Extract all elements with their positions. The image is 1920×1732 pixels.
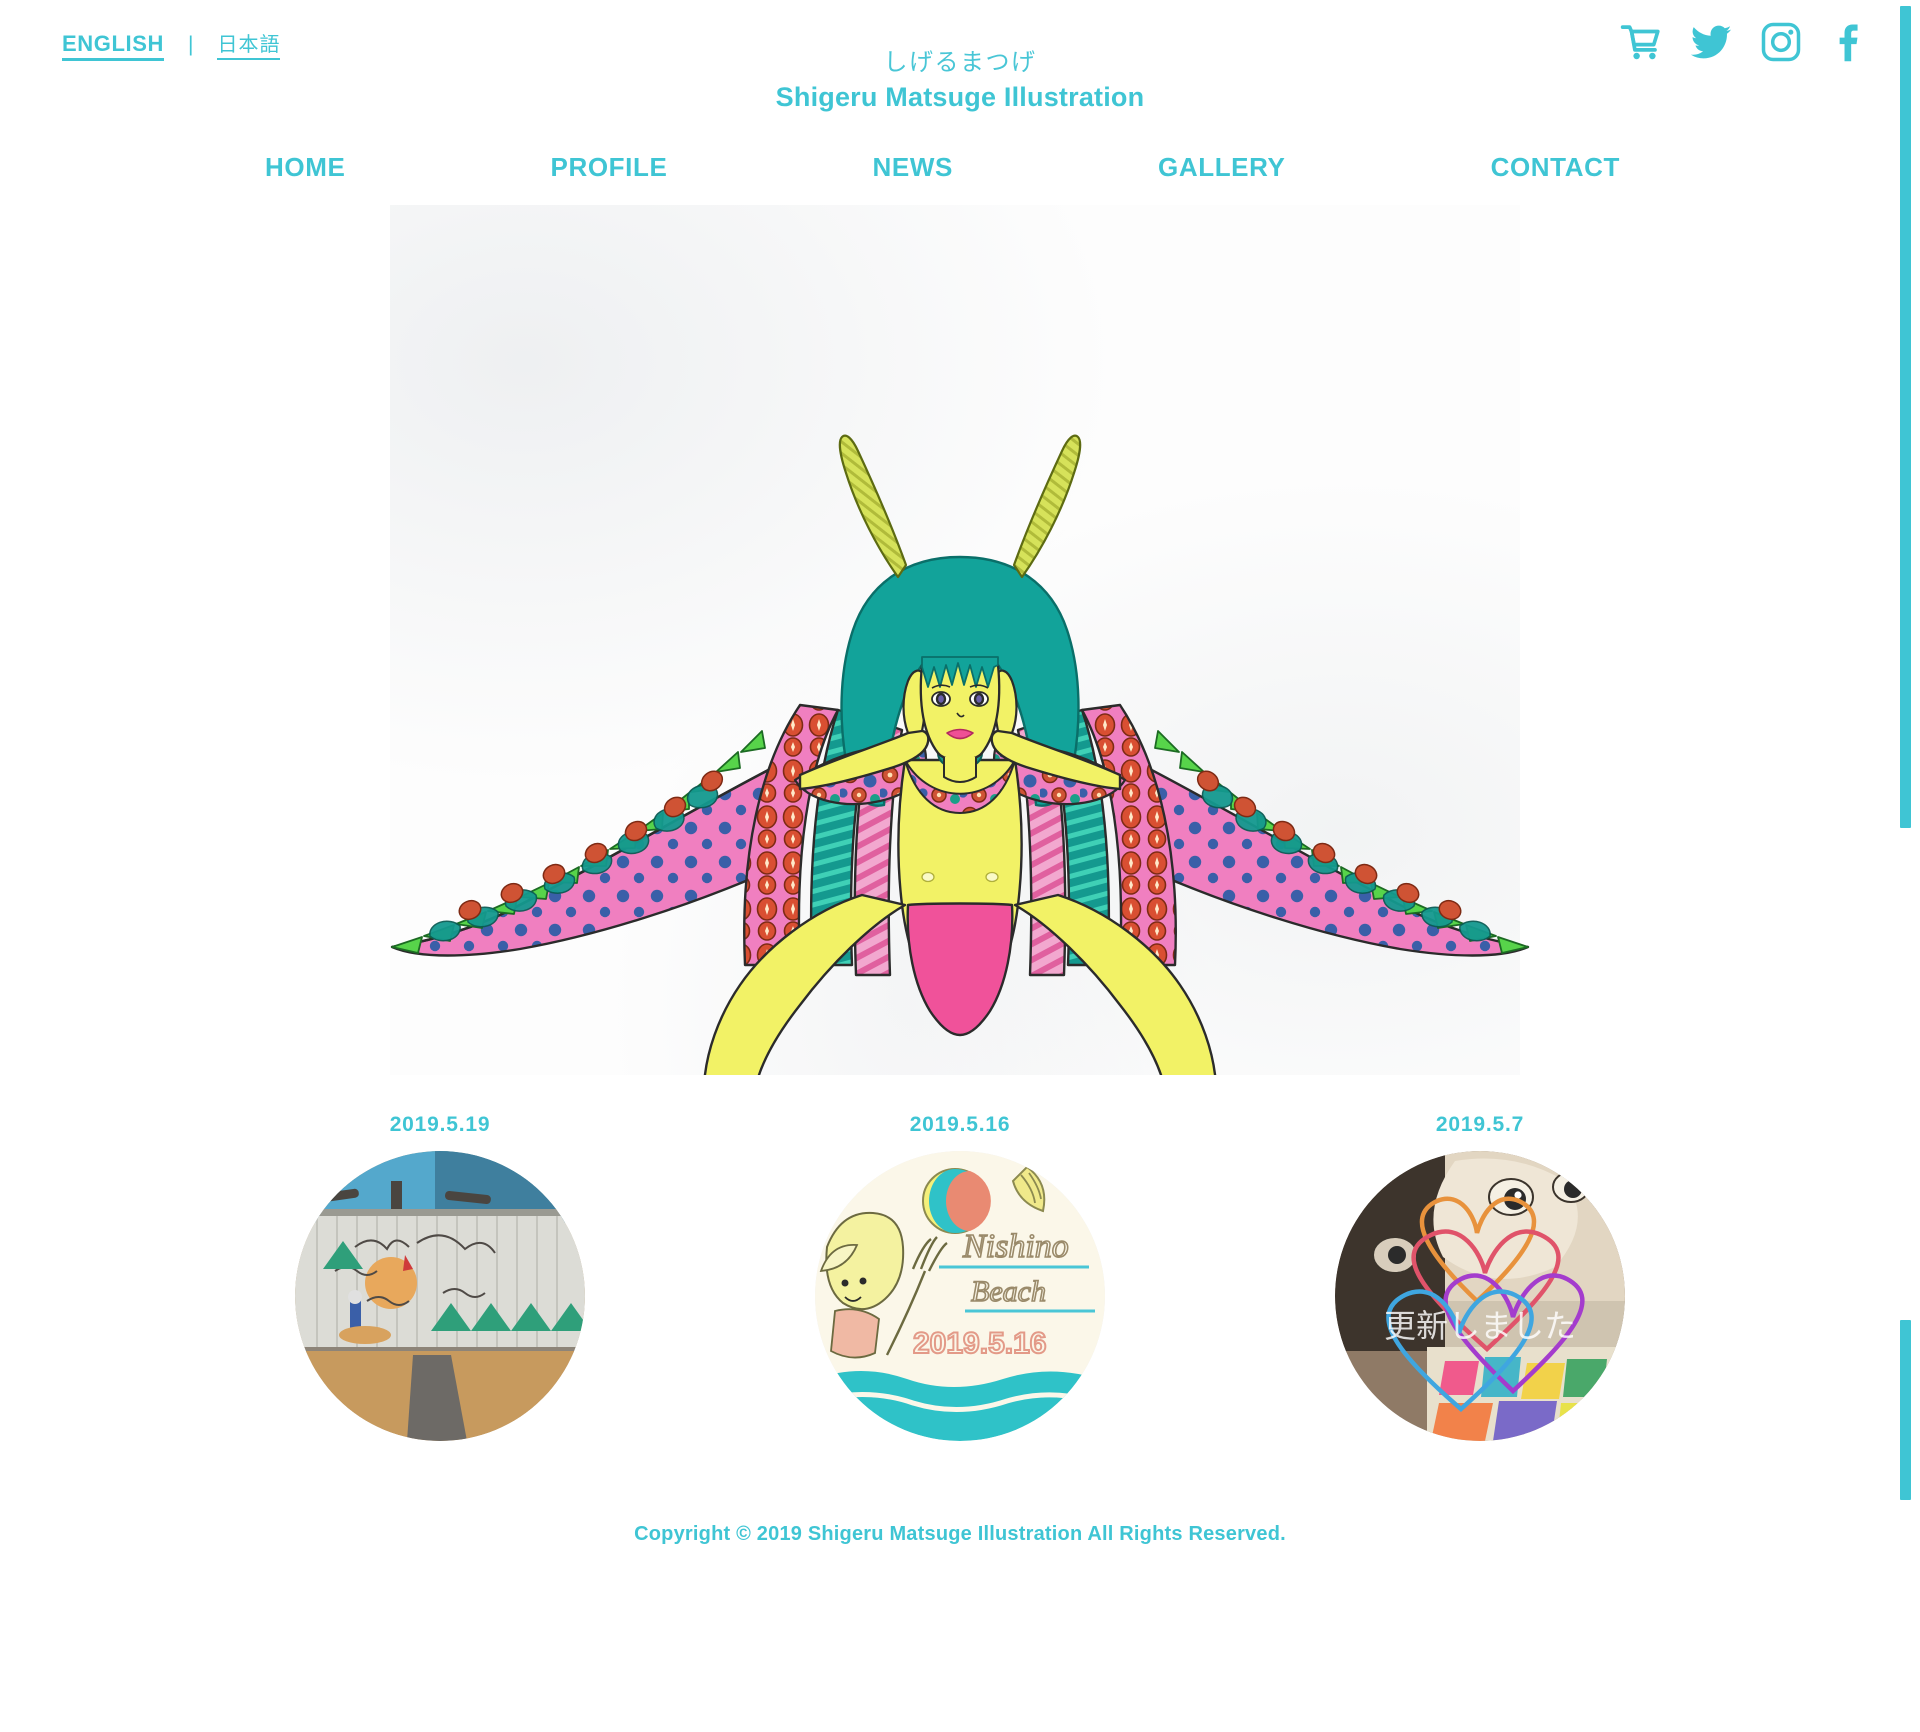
news-date: 2019.5.19	[389, 1113, 491, 1136]
svg-text:2019.5.16: 2019.5.16	[913, 1327, 1046, 1360]
nav-item-profile[interactable]: PROFILE	[551, 152, 668, 183]
news-thumb-beach[interactable]: Nishino Beach 2019.5.16	[815, 1151, 1105, 1441]
instagram-icon[interactable]	[1757, 18, 1805, 66]
facebook-icon[interactable]	[1827, 18, 1875, 66]
news-item[interactable]: 2019.5.7 更新しました	[1335, 1113, 1625, 1441]
language-link-english[interactable]: ENGLISH	[62, 31, 164, 62]
scrollbar-track[interactable]	[1900, 0, 1916, 1732]
hero-illustration[interactable]	[0, 205, 1920, 1075]
news-date: 2019.5.7	[1435, 1113, 1525, 1136]
nav-item-gallery[interactable]: GALLERY	[1158, 152, 1285, 183]
language-separator: |	[188, 33, 194, 57]
svg-text:Beach: Beach	[971, 1275, 1046, 1308]
scrollbar-thumb[interactable]	[1900, 6, 1911, 828]
svg-text:Nishino: Nishino	[962, 1228, 1069, 1265]
nav-item-news[interactable]: NEWS	[873, 152, 953, 183]
language-switcher: ENGLISH | 日本語	[62, 31, 281, 62]
scrollbar-thumb-secondary[interactable]	[1900, 1320, 1911, 1500]
footer: Copyright © 2019 Shigeru Matsuge Illustr…	[0, 1523, 1920, 1546]
site-title-english: Shigeru Matsuge Illustration	[775, 82, 1145, 112]
news-thumb-overlay-text: 更新しました	[1384, 1308, 1576, 1344]
nav-item-contact[interactable]: CONTACT	[1491, 152, 1620, 183]
news-thumbnail-row: 2019.5.19 2019.5.16 Nishino Beach 2019.5…	[0, 1113, 1920, 1441]
nav-item-home[interactable]: HOME	[265, 152, 345, 183]
shopping-cart-icon[interactable]	[1617, 18, 1665, 66]
top-bar: ENGLISH | 日本語 しげるまつげ Shigeru Matsuge Ill…	[0, 0, 1920, 130]
main-navigation: HOME PROFILE NEWS GALLERY CONTACT	[245, 152, 1675, 183]
news-date: 2019.5.16	[909, 1113, 1011, 1136]
news-thumb-update[interactable]: 更新しました	[1335, 1151, 1625, 1441]
twitter-icon[interactable]	[1687, 18, 1735, 66]
hero-artwork	[390, 434, 1530, 1075]
news-item[interactable]: 2019.5.16 Nishino Beach 2019.5.16	[815, 1113, 1105, 1441]
news-thumb-mural[interactable]	[295, 1151, 585, 1441]
social-icon-bar	[1617, 18, 1875, 66]
copyright-text: Copyright © 2019 Shigeru Matsuge Illustr…	[634, 1523, 1286, 1545]
news-item[interactable]: 2019.5.19	[295, 1113, 585, 1441]
language-link-japanese[interactable]: 日本語	[217, 34, 281, 60]
